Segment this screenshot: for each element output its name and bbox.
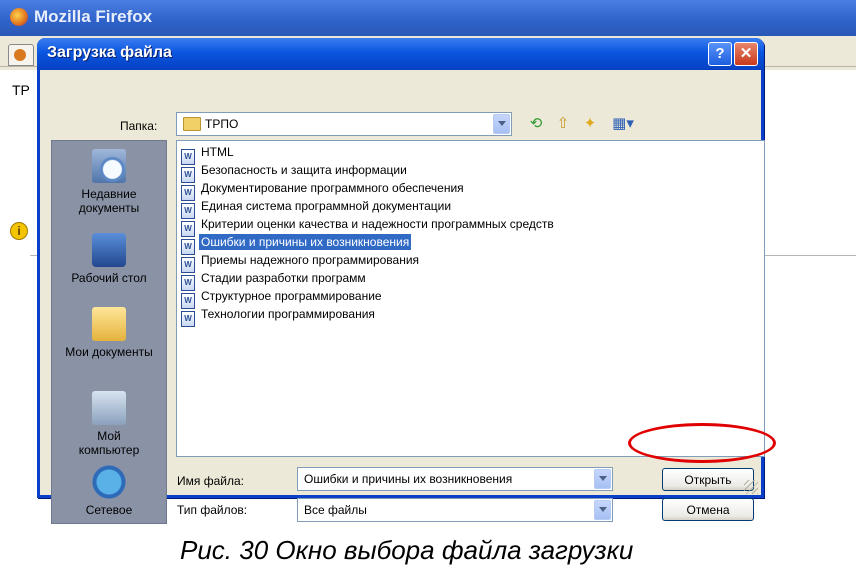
place-label: Мои документы [65, 345, 153, 359]
place-label: Мой компьютер [78, 429, 140, 457]
resize-grip[interactable] [744, 480, 758, 494]
recent-documents-icon [92, 149, 126, 183]
folder-select[interactable]: ТРПО [176, 112, 512, 136]
list-item-selected[interactable]: Ошибки и причины их возникновения [181, 234, 412, 255]
folder-label: Папка: [120, 119, 158, 133]
filename-input[interactable]: Ошибки и причины их возникновения [297, 467, 613, 491]
filename-value: Ошибки и причины их возникновения [304, 472, 513, 486]
firefox-tab[interactable] [8, 44, 34, 66]
place-recent-documents[interactable]: Недавние документы [52, 149, 166, 215]
my-documents-icon [92, 307, 126, 341]
new-folder-icon[interactable]: ✦ [581, 114, 599, 132]
place-label: Рабочий стол [71, 271, 147, 285]
filetype-label: Тип файлов: [177, 503, 248, 517]
list-item[interactable]: Критерии оценки качества и надежности пр… [181, 217, 556, 237]
view-menu-icon[interactable]: ▦▾ [609, 114, 637, 132]
list-item[interactable]: Стадии разработки программ [181, 271, 368, 291]
firefox-window-title: Mozilla Firefox [34, 7, 153, 26]
place-my-documents[interactable]: Мои документы [52, 307, 166, 359]
list-item[interactable]: Приемы надежного программирования [181, 253, 421, 273]
open-button[interactable]: Открыть [662, 468, 754, 491]
firefox-page-text: ТР [12, 82, 30, 98]
info-icon: i [10, 222, 28, 240]
firefox-title-bar: Mozilla Firefox [0, 0, 856, 36]
filetype-value: Все файлы [304, 503, 367, 517]
folder-icon [183, 117, 201, 131]
highlight-circle [628, 423, 776, 463]
firefox-logo-icon [10, 8, 28, 26]
my-computer-icon [92, 391, 126, 425]
filename-label: Имя файла: [177, 474, 244, 488]
chevron-down-icon[interactable] [594, 500, 611, 520]
filetype-select[interactable]: Все файлы [297, 498, 613, 522]
places-bar: Недавние документы Рабочий стол Мои доку… [51, 140, 167, 524]
list-item[interactable]: Единая система программной документации [181, 199, 453, 219]
list-item[interactable]: HTML [181, 145, 236, 165]
word-document-icon [181, 311, 195, 327]
place-label: Недавние документы [78, 187, 140, 215]
close-button[interactable]: ✕ [734, 42, 758, 66]
help-button[interactable]: ? [708, 42, 732, 66]
list-item[interactable]: Безопасность и защита информации [181, 163, 409, 183]
place-my-computer[interactable]: Мой компьютер [52, 391, 166, 457]
file-list[interactable]: HTML Безопасность и защита информации До… [176, 140, 765, 457]
chevron-down-icon[interactable] [493, 114, 510, 134]
folder-value: ТРПО [205, 117, 239, 131]
dialog-title-bar: Загрузка файла ? ✕ [37, 38, 764, 70]
network-icon [92, 465, 126, 499]
figure-caption: Рис. 30 Окно выбора файла загрузки [180, 535, 634, 565]
place-desktop[interactable]: Рабочий стол [52, 233, 166, 285]
place-label: Сетевое [85, 503, 133, 517]
list-item[interactable]: Структурное программирование [181, 289, 384, 309]
list-item[interactable]: Технологии программирования [181, 307, 377, 327]
desktop-icon [92, 233, 126, 267]
list-item[interactable]: Документирование программного обеспечени… [181, 181, 466, 201]
back-icon[interactable]: ⟲ [527, 114, 545, 132]
cancel-button[interactable]: Отмена [662, 498, 754, 521]
dialog-title: Загрузка файла [47, 44, 172, 61]
place-network[interactable]: Сетевое [52, 465, 166, 517]
up-folder-icon[interactable]: ⇧ [554, 114, 572, 132]
chevron-down-icon[interactable] [594, 469, 611, 489]
